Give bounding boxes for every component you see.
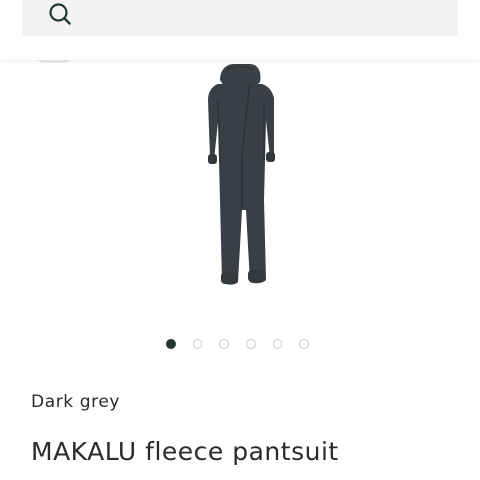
gallery-pagination	[166, 337, 326, 351]
product-color: Dark grey	[31, 392, 121, 412]
product-page: Dark grey MAKALU fleece pantsuit	[0, 0, 480, 480]
gallery-dot-2[interactable]	[192, 339, 203, 349]
product-image	[208, 64, 275, 285]
product-gallery[interactable]	[0, 60, 480, 330]
product-title: MAKALU fleece pantsuit	[31, 437, 339, 466]
gallery-dot-6[interactable]	[299, 339, 310, 349]
search-icon[interactable]	[47, 1, 73, 27]
site-header	[0, 0, 480, 60]
search-bar[interactable]	[22, 0, 458, 36]
gallery-dot-4[interactable]	[246, 339, 256, 349]
gallery-dot-5[interactable]	[272, 339, 283, 349]
gallery-dot-1[interactable]	[166, 339, 176, 349]
gallery-dot-3[interactable]	[219, 339, 230, 349]
